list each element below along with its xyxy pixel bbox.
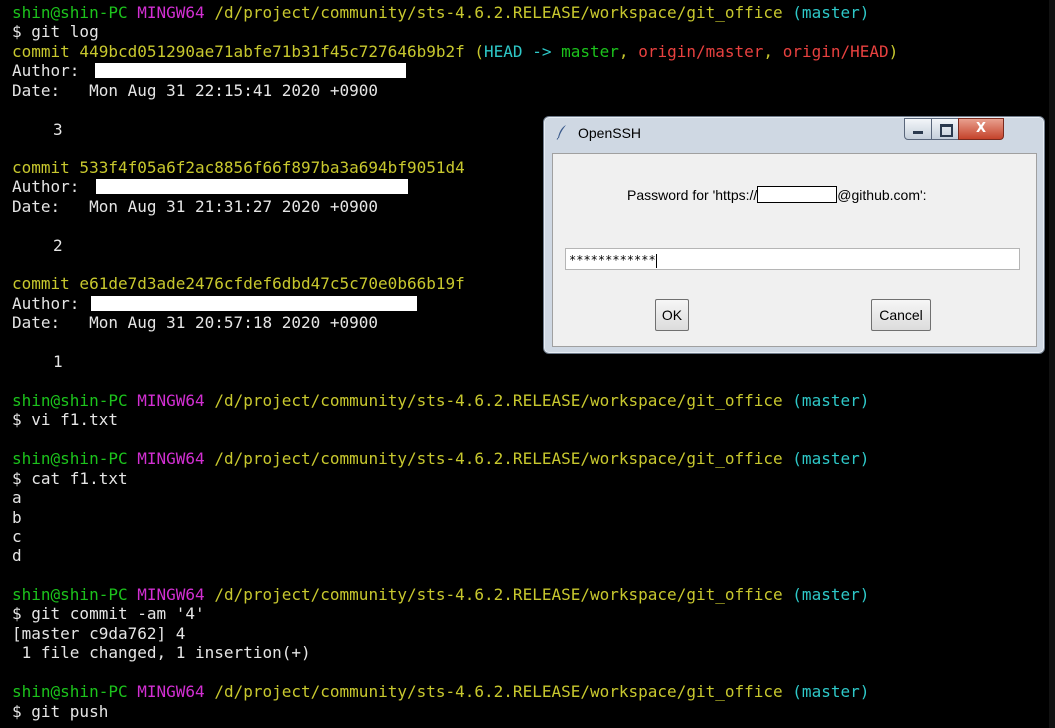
author-label: Author:: [12, 294, 80, 313]
head-ref: HEAD ->: [484, 42, 552, 61]
commit-hash: commit e61de7d3ade2476cfdef6dbd47c5c70e0…: [12, 274, 465, 293]
password-prompt: Password for 'https:// @github.com':: [627, 186, 927, 203]
command-line: $ cat f1.txt: [12, 469, 128, 488]
command-line: $ git push: [12, 702, 109, 721]
prompt-user-host: shin@shin-PC: [12, 682, 128, 701]
prompt-line: shin@shin-PC MINGW64 /d/project/communit…: [12, 682, 869, 701]
commit-hash: commit 449bcd051290ae71abfe71b31f45c7276…: [12, 42, 465, 61]
author-line: Author:: [12, 61, 406, 80]
refs-close: ): [888, 42, 899, 61]
commit-hash: commit 533f4f05a6f2ac8856f66f897ba3a694b…: [12, 158, 465, 177]
prompt-env: MINGW64: [137, 682, 205, 701]
origin-head-ref: origin/HEAD: [782, 42, 889, 61]
author-line: Author:: [12, 294, 417, 313]
ok-button[interactable]: OK: [655, 299, 689, 331]
head-branch: master: [561, 42, 619, 61]
prompt-user-host: shin@shin-PC: [12, 449, 128, 468]
minimize-button[interactable]: [904, 118, 932, 140]
output-line: b: [12, 508, 22, 527]
origin-master-ref: origin/master: [638, 42, 764, 61]
ref-separator: ,: [618, 42, 629, 61]
refs-open: (: [474, 42, 485, 61]
author-redaction: [95, 63, 406, 78]
output-line: a: [12, 488, 22, 507]
terminal-window[interactable]: shin@shin-PC MINGW64 /d/project/communit…: [0, 0, 1055, 728]
prompt-prefix: Password for 'https://: [627, 187, 758, 203]
prompt-branch: (master): [792, 391, 870, 410]
dialog-title: OpenSSH: [578, 125, 642, 141]
command-line: $ git commit -am '4': [12, 604, 205, 623]
commit-header: commit 449bcd051290ae71abfe71b31f45c7276…: [12, 42, 898, 61]
close-icon: X: [975, 121, 987, 136]
date-line: Date: Mon Aug 31 22:15:41 2020 +0900: [12, 81, 379, 100]
maximize-button[interactable]: [931, 118, 959, 140]
openssh-dialog: OpenSSH X Password for 'https:// @github.…: [543, 116, 1045, 354]
cancel-button[interactable]: Cancel: [871, 299, 931, 331]
author-label: Author:: [12, 177, 80, 196]
prompt-line: shin@shin-PC MINGW64 /d/project/communit…: [12, 449, 869, 468]
password-input[interactable]: ************: [565, 248, 1020, 270]
prompt-env: MINGW64: [137, 585, 205, 604]
text-caret: [655, 253, 657, 268]
prompt-branch: (master): [792, 449, 870, 468]
date-line: Date: Mon Aug 31 21:31:27 2020 +0900: [12, 197, 379, 216]
commit-message: 1: [53, 352, 63, 371]
commit-header: commit e61de7d3ade2476cfdef6dbd47c5c70e0…: [12, 274, 465, 293]
author-line: Author:: [12, 177, 408, 196]
feather-icon: [556, 125, 566, 140]
prompt-line: shin@shin-PC MINGW64 /d/project/communit…: [12, 391, 869, 410]
prompt-path: /d/project/community/sts-4.6.2.RELEASE/w…: [214, 682, 783, 701]
author-redaction: [96, 179, 408, 194]
prompt-path: /d/project/community/sts-4.6.2.RELEASE/w…: [214, 449, 783, 468]
prompt-env: MINGW64: [137, 3, 205, 22]
prompt-branch: (master): [792, 585, 870, 604]
prompt-env: MINGW64: [137, 449, 205, 468]
maximize-icon: [940, 124, 953, 137]
prompt-line: shin@shin-PC MINGW64 /d/project/communit…: [12, 585, 869, 604]
author-label: Author:: [12, 61, 80, 80]
prompt-env: MINGW64: [137, 391, 205, 410]
author-redaction: [91, 296, 417, 311]
username-redaction: [757, 186, 838, 203]
date-line: Date: Mon Aug 31 20:57:18 2020 +0900: [12, 313, 379, 332]
prompt-branch: (master): [792, 3, 870, 22]
prompt-line: shin@shin-PC MINGW64 /d/project/communit…: [12, 3, 869, 22]
prompt-suffix: @github.com':: [837, 187, 927, 203]
output-line: c: [12, 527, 22, 546]
output-line: [master c9da762] 4: [12, 624, 186, 643]
output-line: d: [12, 546, 22, 565]
ref-separator: ,: [763, 42, 774, 61]
commit-message: 2: [53, 236, 63, 255]
prompt-user-host: shin@shin-PC: [12, 3, 128, 22]
prompt-user-host: shin@shin-PC: [12, 585, 128, 604]
command-line: $ vi f1.txt: [12, 410, 118, 429]
close-button[interactable]: X: [958, 118, 1004, 140]
prompt-path: /d/project/community/sts-4.6.2.RELEASE/w…: [214, 3, 783, 22]
output-line: 1 file changed, 1 insertion(+): [12, 643, 311, 662]
dialog-titlebar[interactable]: OpenSSH X: [544, 117, 1044, 147]
commit-header: commit 533f4f05a6f2ac8856f66f897ba3a694b…: [12, 158, 465, 177]
commit-message: 3: [53, 120, 63, 139]
dialog-body: Password for 'https:// @github.com': ****…: [552, 153, 1037, 347]
prompt-branch: (master): [792, 682, 870, 701]
password-value: ************: [569, 253, 656, 267]
prompt-path: /d/project/community/sts-4.6.2.RELEASE/w…: [214, 585, 783, 604]
prompt-user-host: shin@shin-PC: [12, 391, 128, 410]
terminal-scrollbar[interactable]: [1049, 0, 1055, 728]
prompt-path: /d/project/community/sts-4.6.2.RELEASE/w…: [214, 391, 783, 410]
minimize-icon: [913, 131, 923, 134]
command-line: $ git log: [12, 22, 99, 41]
